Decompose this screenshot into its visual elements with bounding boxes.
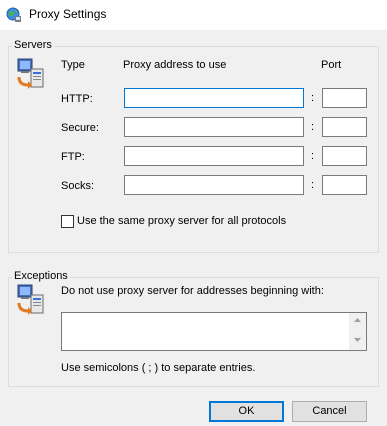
http-port-input[interactable]: [322, 88, 367, 108]
ftp-address-input[interactable]: [124, 146, 304, 166]
scroll-down-arrow-icon[interactable]: [349, 333, 366, 350]
title-bar: Proxy Settings: [0, 0, 387, 30]
ftp-label: FTP:: [61, 151, 85, 163]
exceptions-textarea[interactable]: [61, 312, 367, 351]
secure-port-input[interactable]: [322, 117, 367, 137]
column-header-address: Proxy address to use: [123, 59, 227, 71]
socks-port-input[interactable]: [322, 175, 367, 195]
column-header-port: Port: [321, 59, 342, 71]
network-computer-icon: [17, 58, 44, 89]
http-colon: :: [311, 92, 315, 104]
exceptions-hint: Use semicolons ( ; ) to separate entries…: [61, 362, 256, 374]
same-proxy-checkbox[interactable]: [61, 215, 74, 228]
exceptions-legend: Exceptions: [12, 270, 70, 282]
secure-label: Secure:: [61, 122, 99, 134]
ftp-colon: :: [311, 150, 315, 162]
column-header-type: Type: [61, 59, 85, 71]
secure-colon: :: [311, 121, 315, 133]
ok-button[interactable]: OK: [209, 401, 284, 422]
servers-legend: Servers: [12, 39, 54, 51]
socks-address-input[interactable]: [124, 175, 304, 195]
socks-colon: :: [311, 179, 315, 191]
secure-address-input[interactable]: [124, 117, 304, 137]
cancel-button[interactable]: Cancel: [292, 401, 367, 422]
exceptions-description: Do not use proxy server for addresses be…: [61, 285, 324, 297]
window-title: Proxy Settings: [29, 7, 107, 21]
globe-network-icon: [6, 7, 21, 22]
scroll-up-arrow-icon[interactable]: [349, 313, 366, 330]
exceptions-scrollbar[interactable]: [349, 313, 366, 350]
http-address-input[interactable]: [124, 88, 304, 108]
http-label: HTTP:: [61, 93, 93, 105]
socks-label: Socks:: [61, 180, 95, 192]
ftp-port-input[interactable]: [322, 146, 367, 166]
network-computer-icon: [17, 284, 44, 315]
same-proxy-label[interactable]: Use the same proxy server for all protoc…: [77, 215, 286, 227]
